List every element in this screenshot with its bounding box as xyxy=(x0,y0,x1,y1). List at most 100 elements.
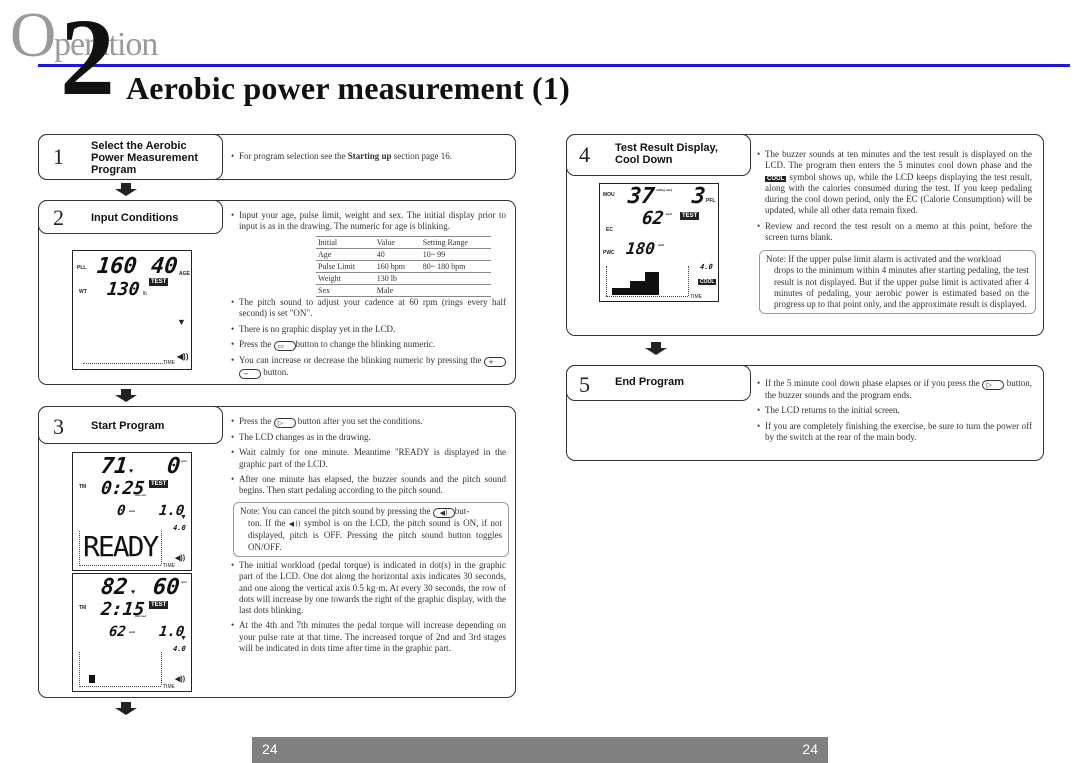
pitch-sound-note: Note: You can cancel the pitch sound by … xyxy=(233,502,509,557)
torque-axis xyxy=(161,531,162,564)
step-1-tab: 1 Select the Aerobic Power Measurement P… xyxy=(38,134,223,180)
step-2-tab: 2 Input Conditions xyxy=(38,200,223,234)
max-torque-value: 4.0 xyxy=(172,524,187,532)
step-3-description: Press the ▷ button after you set the con… xyxy=(231,416,506,500)
test-indicator: TEST xyxy=(149,278,169,286)
time-unit: min:sec xyxy=(135,614,147,618)
torque-axis xyxy=(79,531,80,564)
time-axis xyxy=(83,363,163,364)
step-number: 5 xyxy=(579,372,590,397)
ec-value: 62 xyxy=(640,208,665,229)
time-axis xyxy=(79,686,161,687)
step-title: Input Conditions xyxy=(91,212,179,224)
bullet: The LCD returns to the initial screen. xyxy=(757,405,1032,416)
mou-unit: ml/(kg·min) xyxy=(656,188,673,192)
bullet: The pitch sound to adjust your cadence a… xyxy=(231,297,506,320)
tm-label: TM xyxy=(79,484,87,490)
max-torque-value: 4.0 xyxy=(172,645,187,653)
table-header: Initial xyxy=(316,236,375,249)
table-row: Weight 130 lb xyxy=(316,272,491,285)
rpm-value: 60 xyxy=(151,575,181,600)
ec-unit: kcal xyxy=(666,212,672,216)
pwc-unit: watt xyxy=(658,243,664,247)
step-number: 4 xyxy=(579,142,590,167)
torque-axis xyxy=(606,266,607,296)
bullet: Press the ▷ button after you set the con… xyxy=(231,416,506,428)
table-cell: 10~ 99 xyxy=(420,248,491,261)
table-row: Sex Male xyxy=(316,284,491,297)
page-number-right: 24 xyxy=(802,741,818,757)
title-line: Test Result Display, xyxy=(615,142,718,154)
chapter-number: 2 xyxy=(60,0,115,118)
table-cell: Age xyxy=(316,248,375,261)
bullet: Review and record the test result on a m… xyxy=(757,221,1032,244)
pitch-button-icon: ◀) xyxy=(432,508,455,518)
torque-arrow-icon: ▼ xyxy=(177,317,186,327)
section-initial: O xyxy=(10,0,57,70)
step-title: Test Result Display, Cool Down xyxy=(615,142,718,166)
pulse-value: 71 xyxy=(99,454,129,479)
table-cell xyxy=(420,284,491,297)
age-label: AGE xyxy=(179,271,190,277)
bullet: If you are completely finishing the exer… xyxy=(757,421,1032,444)
step-3-tab: 3 Start Program xyxy=(38,406,223,444)
bullet: Wait calmly for one minute. Meantime "RE… xyxy=(231,447,506,470)
cool-indicator: COOL xyxy=(698,279,717,285)
watt-value: 62 xyxy=(108,624,127,640)
start-button-icon: ▷ xyxy=(273,418,296,428)
heart-icon: ♥ xyxy=(129,468,134,475)
rpm-unit: rpm xyxy=(181,580,187,584)
test-indicator: TEST xyxy=(149,601,169,609)
table-cell: 130 lb xyxy=(374,272,421,285)
step-5-description: If the 5 minute cool down phase elapses … xyxy=(757,378,1032,447)
mou-label: MOU xyxy=(603,192,615,198)
ec-label: EC xyxy=(606,227,613,233)
step-title: Start Program xyxy=(91,420,165,432)
starting-up-link[interactable]: Starting up xyxy=(348,151,392,161)
table-cell: Pulse Limit xyxy=(316,260,375,273)
torque-arrow-icon: ▼ xyxy=(180,514,187,521)
bullet: The buzzer sounds at ten minutes and the… xyxy=(757,149,1032,217)
step-2-notes: The pitch sound to adjust your cadence a… xyxy=(231,297,507,383)
age-value: 40 xyxy=(149,254,179,279)
workload-bar xyxy=(89,675,95,683)
time-axis xyxy=(79,565,161,566)
step-title: End Program xyxy=(615,376,685,388)
table-cell: 80~ 180 bpm xyxy=(420,260,491,273)
wt-unit: lb xyxy=(143,291,147,297)
wt-value: 130 xyxy=(105,279,141,300)
rpm-value: 0 xyxy=(165,454,182,479)
step-1-description: For program selection see the Starting u… xyxy=(231,151,506,166)
bullet: There is no graphic display yet in the L… xyxy=(231,324,506,335)
test-indicator: TEST xyxy=(149,480,169,488)
table-header: Value xyxy=(374,236,421,249)
speaker-icon: ◀)) xyxy=(175,676,186,683)
lcd-display-result: MOU 37 ml/(kg·min) 3 PFL 62 kcal TEST EC… xyxy=(599,183,719,302)
time-unit: min:sec xyxy=(135,493,147,497)
page-title: Aerobic power measurement (1) xyxy=(126,70,570,106)
watt-unit: watt xyxy=(129,630,135,634)
bullet: The LCD changes as in the drawing. xyxy=(231,432,506,443)
time-label: TIME xyxy=(163,563,175,569)
step-3-more: The initial workload (pedal torque) is i… xyxy=(231,560,506,658)
table-cell: 160 bpm xyxy=(374,260,421,273)
step-title: Select the Aerobic Power Measurement Pro… xyxy=(91,140,198,176)
title-line: Power Measurement xyxy=(91,152,198,164)
speaker-icon: ◀)) xyxy=(177,352,189,361)
bullet: Press the ▭button to change the blinking… xyxy=(231,339,506,351)
bullet: After one minute has elapsed, the buzzer… xyxy=(231,474,506,497)
bullet: At the 4th and 7th minutes the pedal tor… xyxy=(231,620,506,654)
table-cell: 40 xyxy=(374,248,421,261)
initial-conditions-table: Initial Value Setting Range Age 40 10~ 9… xyxy=(316,236,491,297)
speaker-icon: ◀)) xyxy=(288,520,301,528)
title-line: Program xyxy=(91,164,137,176)
watt-value: 0 xyxy=(116,503,127,519)
bullet: For program selection see the Starting u… xyxy=(231,151,506,162)
plus-button-icon: + xyxy=(484,356,507,367)
time-label: TIME xyxy=(163,684,175,690)
step-number: 2 xyxy=(53,205,64,230)
torque-axis xyxy=(688,266,689,296)
pfl-label: PFL xyxy=(706,198,716,204)
torque-axis xyxy=(161,652,162,685)
pll-value: 160 xyxy=(95,254,139,279)
